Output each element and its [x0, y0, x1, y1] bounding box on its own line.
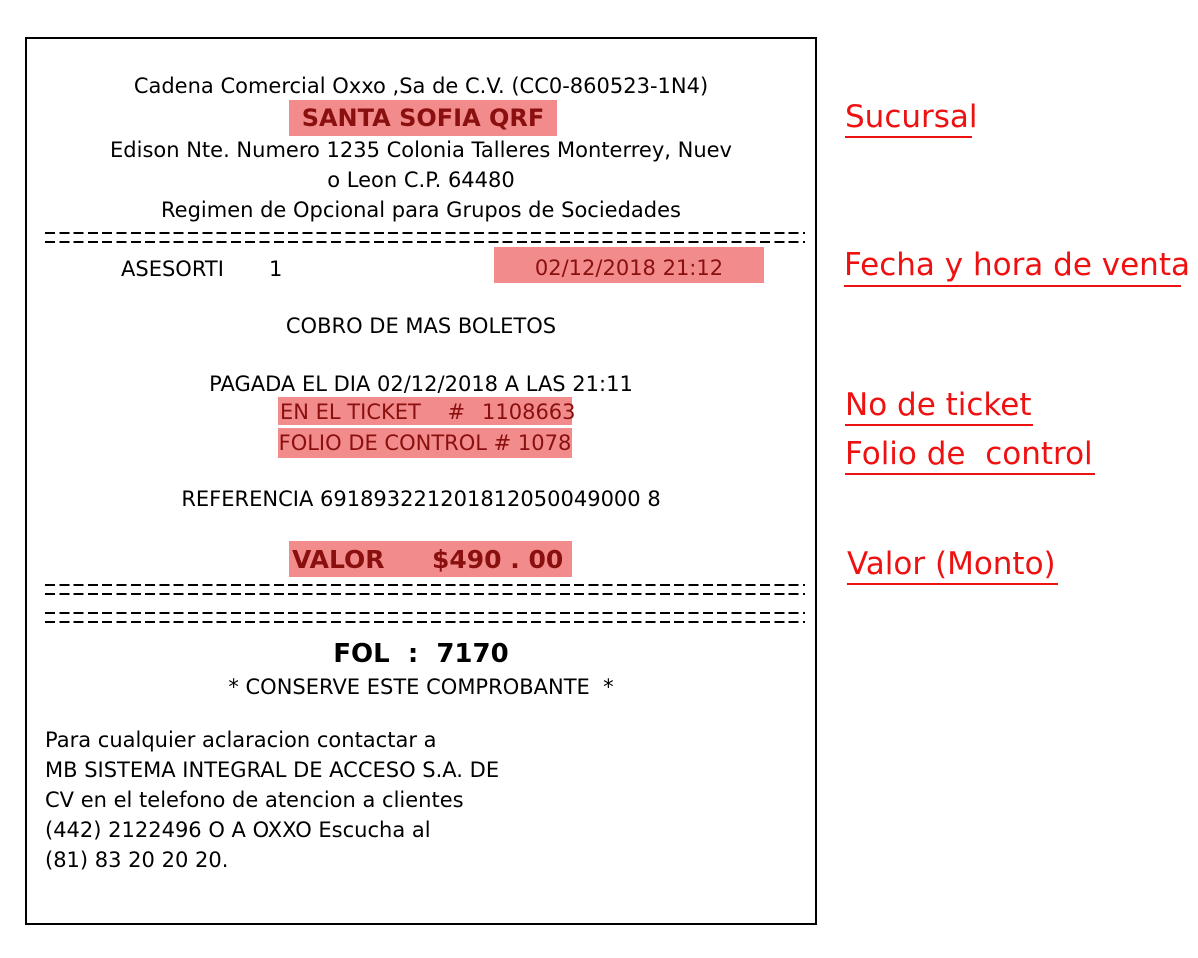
company-name: Cadena Comercial Oxxo ,Sa de C.V. (CC0-8… [133, 74, 709, 98]
separator-3 [45, 612, 805, 624]
callout-branch: Sucursal [845, 99, 978, 135]
fol-number: FOL : 7170 [333, 639, 509, 669]
callout-folio: Folio de control [845, 436, 1093, 472]
keep-receipt-note: * CONSERVE ESTE COMPROBANTE * [228, 675, 614, 699]
cashier-number: 1 [269, 257, 283, 281]
receipt: Cadena Comercial Oxxo ,Sa de C.V. (CC0-8… [25, 37, 817, 925]
contact-line-2: MB SISTEMA INTEGRAL DE ACCESO S.A. DE [45, 758, 500, 782]
contact-line-4: (442) 2122496 O A OXXO Escucha al [45, 818, 431, 842]
paid-on: PAGADA EL DIA 02/12/2018 A LAS 21:11 [209, 372, 633, 396]
address-line-2: o Leon C.P. 64480 [327, 168, 515, 192]
callout-folio-underline [845, 473, 1095, 475]
reference: REFERENCIA 691893221201812050049000 8 [181, 487, 661, 511]
contact-line-3: CV en el telefono de atencion a clientes [45, 788, 464, 812]
callout-value-underline [847, 583, 1058, 585]
callout-branch-underline [845, 136, 972, 138]
callout-datetime: Fecha y hora de venta [844, 247, 1190, 283]
callout-datetime-underline [844, 285, 1181, 287]
branch-name: SANTA SOFIA QRF [301, 104, 545, 132]
separator-2 [45, 584, 805, 596]
service-name: COBRO DE MAS BOLETOS [285, 314, 557, 338]
contact-line-5: (81) 83 20 20 20. [45, 848, 229, 872]
address-line-1: Edison Nte. Numero 1235 Colonia Talleres… [110, 138, 732, 162]
cashier-label: ASESORTI [121, 257, 224, 281]
callout-ticket-underline [845, 424, 1033, 426]
value-label: VALOR [292, 545, 385, 574]
callout-value: Valor (Monto) [847, 546, 1056, 582]
separator-1 [45, 232, 805, 244]
value-amount: $490 . 00 [432, 545, 564, 574]
ticket-number: 1108663 [482, 400, 576, 424]
sale-datetime: 02/12/2018 21:12 [534, 256, 724, 280]
callout-ticket: No de ticket [845, 387, 1032, 423]
tax-regime: Regimen de Opcional para Grupos de Socie… [161, 198, 681, 222]
ticket-label: EN EL TICKET # [280, 400, 466, 424]
control-folio: FOLIO DE CONTROL # 1078 [278, 431, 572, 455]
contact-line-1: Para cualquier aclaracion contactar a [45, 728, 437, 752]
